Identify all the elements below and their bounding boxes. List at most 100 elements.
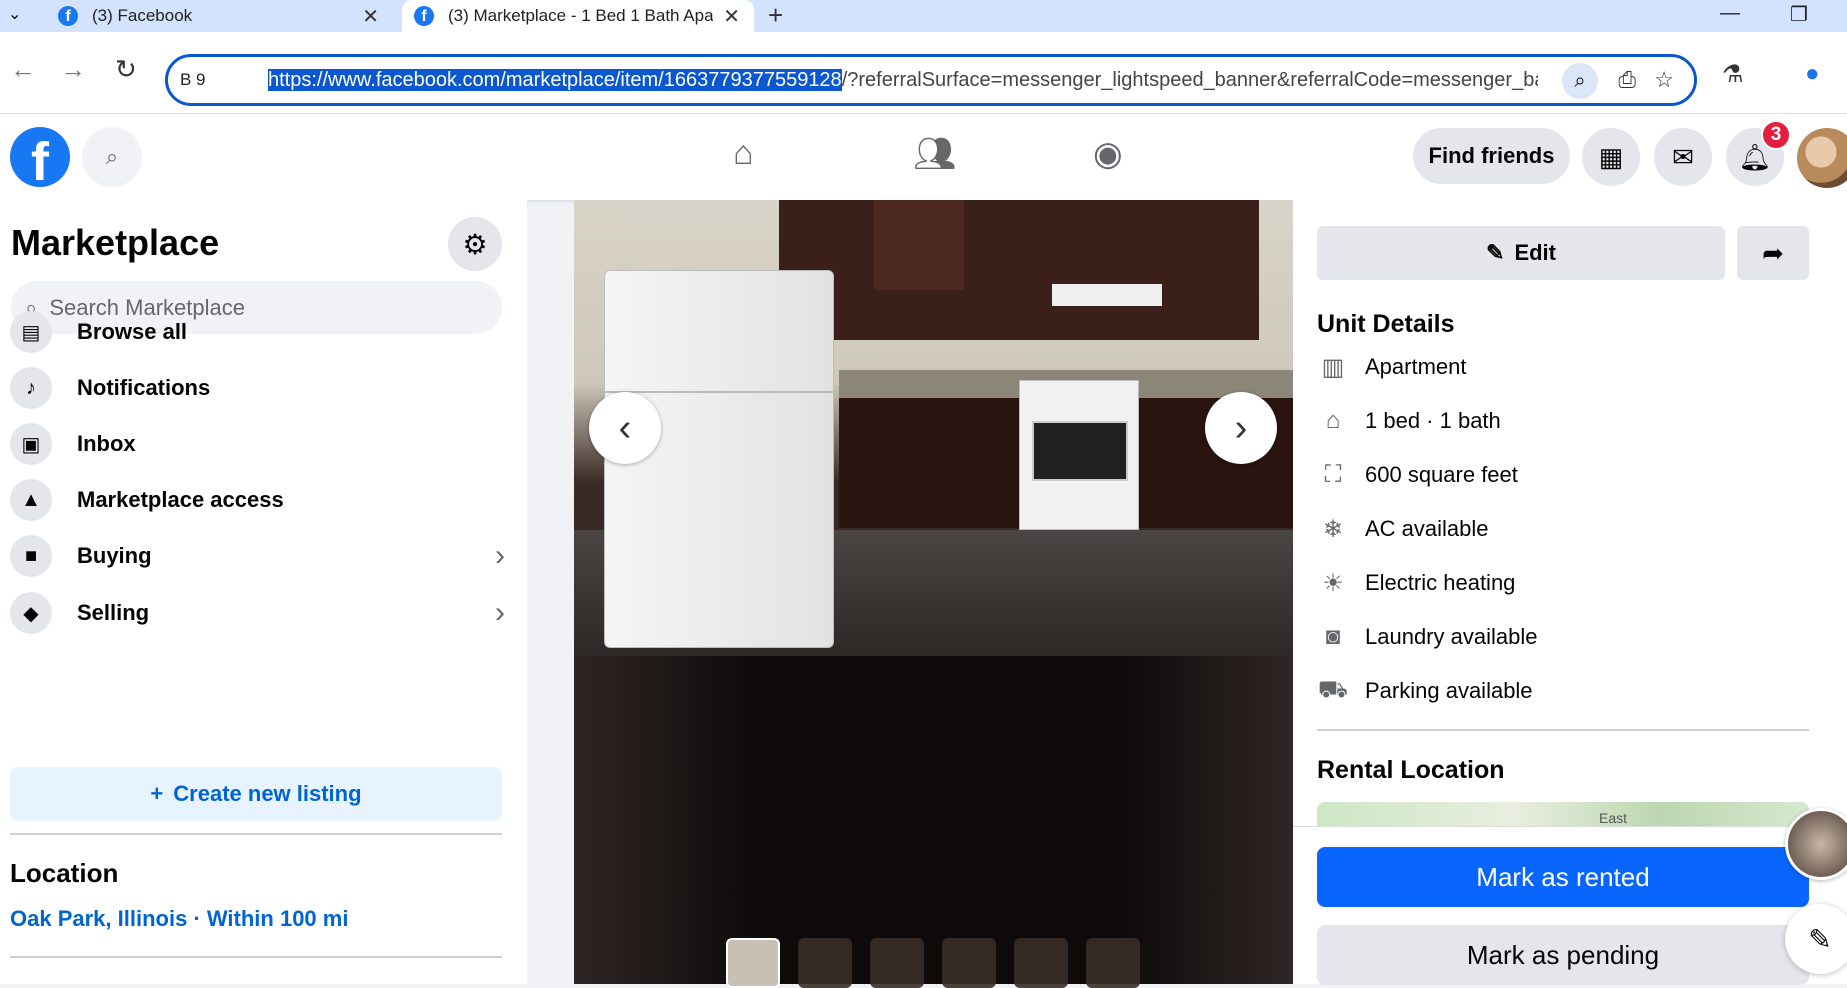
profile-icon[interactable]: ● [1805,60,1820,88]
photo-thumbnail[interactable] [942,938,996,988]
create-listing-label: Create new listing [173,781,362,806]
sidebar-item-buying[interactable]: ■ Buying › [10,528,505,584]
divider [10,956,502,958]
edit-button[interactable]: ✎ Edit [1317,226,1725,280]
minimize-icon[interactable]: — [1720,2,1740,25]
chevron-right-icon: › [1234,406,1248,449]
tab-search-chevron-icon[interactable]: ⌄ [8,4,21,24]
address-bar[interactable]: B 9 https://www.facebook.com/marketplace… [165,54,1697,106]
sidebar-item-label: Notifications [77,375,211,400]
mark-as-pending-button[interactable]: Mark as pending [1317,925,1809,985]
chevron-right-icon: › [495,596,505,629]
facebook-favicon-icon: f [414,6,434,26]
create-listing-button[interactable]: + Create new listing [10,767,502,821]
edit-label: Edit [1514,240,1556,265]
detail-ac: ❄ AC available [1317,509,1489,549]
detail-heating: ☀ Electric heating [1317,563,1515,603]
sidebar-item-notifications[interactable]: ♪ Notifications [10,360,505,416]
new-message-compose-icon[interactable]: ✎ [1785,904,1847,974]
messenger-chat-head-avatar[interactable] [1785,808,1847,880]
url-text[interactable]: https://www.facebook.com/marketplace/ite… [268,68,1538,92]
sidebar-item-label: Browse all [77,319,188,344]
restore-icon[interactable]: ❐ [1790,2,1808,27]
photo-thumbnail[interactable] [1014,938,1068,988]
detail-label: 1 bed · 1 bath [1365,408,1501,433]
detail-square-feet: ⛶ 600 square feet [1317,455,1518,495]
inbox-icon: ▣ [10,423,52,465]
labs-flask-icon[interactable]: ⚗ [1722,60,1744,89]
find-friends-button[interactable]: Find friends [1413,128,1570,184]
snowflake-icon: ❄ [1322,515,1344,543]
building-icon: ▥ [1321,353,1345,381]
sidebar-item-label: Marketplace access [77,487,284,512]
menu-grid-icon[interactable]: ▦ [1582,128,1640,186]
plus-icon: + [150,781,164,806]
notification-badge: 3 [1761,120,1791,150]
detail-label: Electric heating [1365,570,1516,595]
reload-icon[interactable]: ↻ [115,54,137,85]
browser-tab-marketplace[interactable]: f (3) Marketplace - 1 Bed 1 Bath Apartme… [402,0,754,32]
photo-thumbnail[interactable] [1086,938,1140,988]
detail-label: Laundry available [1365,624,1538,649]
listing-photo[interactable] [574,200,1293,656]
divider [10,833,502,835]
facebook-logo[interactable]: f [10,127,70,187]
sidebar-item-label: Selling [77,600,150,625]
detail-label: Parking available [1365,678,1533,703]
facebook-search-icon[interactable]: ⌕ [82,127,142,187]
divider [1317,729,1809,731]
gear-icon[interactable]: ⚙ [448,217,502,271]
mark-as-rented-button[interactable]: Mark as rented [1317,847,1809,907]
share-button[interactable]: ➦ [1737,226,1809,280]
avatar[interactable] [1797,128,1847,188]
range-hood-decor [1052,284,1162,306]
cabinet-decor [779,200,1259,340]
marketplace-sidebar: Marketplace ⚙ ⌕ ▤ Browse all ♪ Notificat… [0,200,527,984]
photo-thumbnail[interactable] [726,938,780,988]
pencil-icon: ✎ [1486,240,1505,265]
home-icon[interactable]: ⌂ [733,134,754,173]
close-tab-icon[interactable]: ✕ [723,4,740,29]
washer-icon: ◙ [1325,623,1341,650]
detail-apartment: ▥ Apartment [1317,347,1467,387]
facebook-header: f ⌕ ⌂ 👥︎ ◉ Find friends ▦ ✉ 🔔︎ 3 [0,114,1847,200]
detail-parking: ⛟ Parking available [1317,671,1533,711]
detail-laundry: ◙ Laundry available [1317,617,1538,657]
browser-tab-facebook[interactable]: f (3) Facebook ✕ [48,0,393,32]
map-label: East [1599,810,1628,826]
sidebar-item-inbox[interactable]: ▣ Inbox [10,416,505,472]
share-arrow-icon: ➦ [1762,237,1784,268]
tab-title: (3) Facebook [92,6,193,25]
stove-decor [1019,380,1139,530]
previous-photo-button[interactable]: ‹ [589,392,661,464]
listing-actions-bar: Mark as rented Mark as pending [1293,826,1847,985]
friends-icon[interactable]: 👥︎ [913,134,956,174]
chevron-right-icon: › [495,539,505,572]
area-icon: ⛶ [1324,461,1342,488]
groups-icon[interactable]: ◉ [1093,134,1123,174]
photo-thumbnail[interactable] [798,938,852,988]
forward-arrow-icon[interactable]: → [60,54,86,85]
close-tab-icon[interactable]: ✕ [362,4,379,29]
sidebar-item-marketplace-access[interactable]: ▲ Marketplace access [10,472,505,528]
sidebar-item-browse-all[interactable]: ▤ Browse all [10,304,505,360]
detail-bed-bath: ⌂ 1 bed · 1 bath [1317,401,1501,441]
back-arrow-icon[interactable]: ← [10,54,36,85]
site-info-button[interactable]: B 9 [180,70,268,90]
location-link[interactable]: Oak Park, Illinois · Within 100 mi [10,906,348,932]
photo-thumbnail[interactable] [870,938,924,988]
tab-title: (3) Marketplace - 1 Bed 1 Bath Apartment [448,6,713,25]
bookmark-star-icon[interactable]: ☆ [1654,67,1674,93]
sidebar-item-label: Buying [77,543,152,568]
sidebar-item-selling[interactable]: ◆ Selling › [10,585,505,641]
page-title: Marketplace [11,222,220,263]
install-app-icon[interactable]: ⎙ [1618,67,1636,93]
next-photo-button[interactable]: › [1205,392,1277,464]
sidebar-item-label: Inbox [77,431,136,456]
detail-label: 600 square feet [1365,462,1518,487]
messenger-icon[interactable]: ✉ [1654,128,1712,186]
new-tab-icon[interactable]: + [768,0,783,31]
search-lens-icon[interactable]: ⌕ [1562,63,1598,99]
house-icon: ⌂ [1325,407,1341,434]
tag-icon: ◆ [10,592,52,634]
